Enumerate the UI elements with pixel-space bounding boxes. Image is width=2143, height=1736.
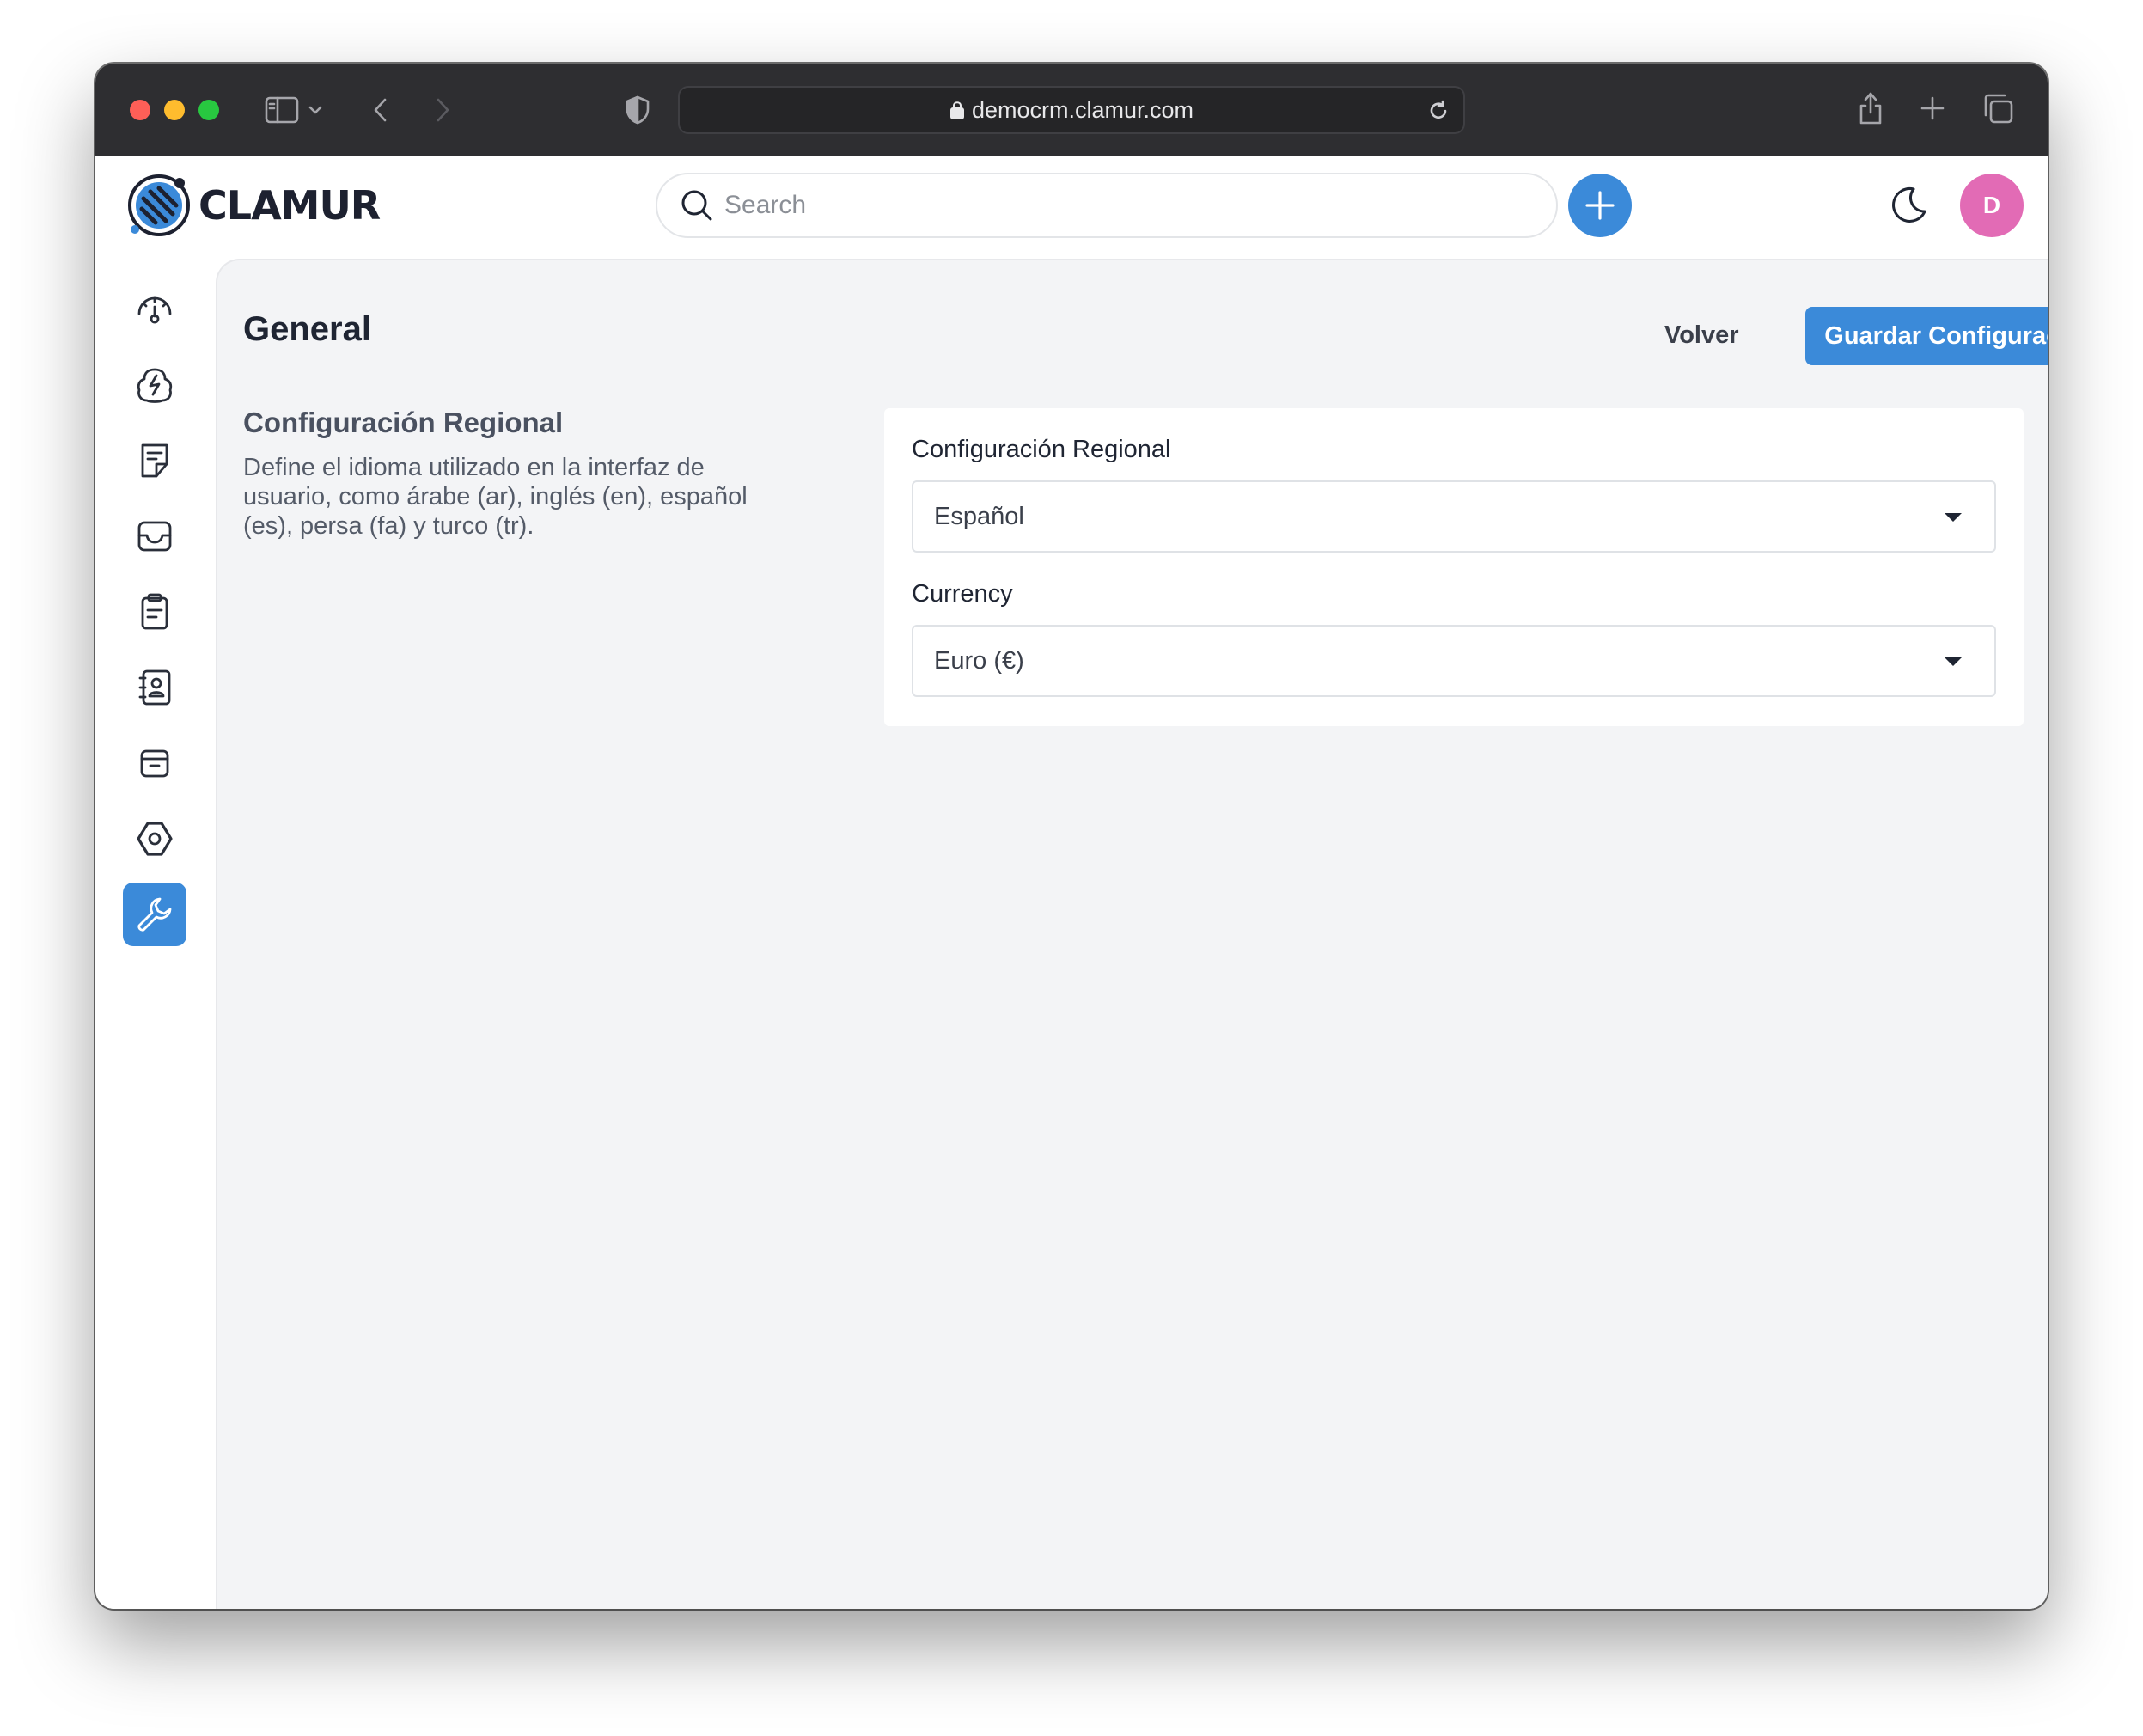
sidebar-item-tools[interactable]: [123, 883, 186, 946]
sidebar-item-settings[interactable]: [123, 807, 186, 871]
back-arrow-icon[interactable]: [369, 95, 393, 125]
caret-down-icon: [1945, 657, 1962, 666]
dashboard-gauge-icon: [137, 296, 172, 324]
save-settings-button[interactable]: Guardar Configuración: [1805, 307, 2048, 365]
settings-card: Configuración Regional Español Currency …: [884, 408, 2024, 726]
search-bar[interactable]: [656, 173, 1558, 238]
search-icon: [680, 188, 714, 227]
currency-select-value: Euro (€): [934, 647, 1024, 675]
sidebar-item-dashboard[interactable]: [123, 278, 186, 341]
address-bar[interactable]: democrm.clamur.com: [678, 86, 1465, 134]
wrench-icon: [137, 897, 172, 932]
close-window-button[interactable]: [130, 100, 150, 120]
lock-icon: [949, 101, 964, 119]
sidebar-item-archive[interactable]: [123, 731, 186, 795]
sidebar-item-activity[interactable]: [123, 353, 186, 417]
caret-down-icon: [1945, 513, 1962, 522]
search-input[interactable]: [724, 174, 1498, 236]
plus-icon: [1585, 191, 1615, 220]
clipboard-icon: [141, 593, 168, 630]
avatar[interactable]: D: [1960, 174, 2024, 237]
dark-mode-toggle[interactable]: [1888, 185, 1929, 230]
browser-toolbar: democrm.clamur.com: [95, 64, 2048, 156]
currency-label: Currency: [912, 580, 1013, 608]
contacts-book-icon: [138, 669, 171, 706]
hexagon-settings-icon: [137, 822, 173, 856]
url-text: democrm.clamur.com: [680, 88, 1463, 132]
moon-icon: [1892, 186, 1926, 223]
activity-bolt-icon: [137, 368, 173, 403]
chevron-down-icon[interactable]: [305, 98, 326, 122]
section-description: Define el idioma utilizado en la interfa…: [243, 454, 748, 540]
sidebar-nav: [95, 259, 216, 1609]
privacy-shield-icon[interactable]: [623, 93, 652, 127]
sidebar-item-contacts[interactable]: [123, 656, 186, 719]
archive-icon: [140, 749, 169, 778]
new-tab-icon[interactable]: [1917, 93, 1948, 124]
share-icon[interactable]: [1855, 88, 1886, 129]
add-new-button[interactable]: [1568, 174, 1632, 237]
locale-select-value: Español: [934, 503, 1024, 530]
back-button[interactable]: Volver: [1644, 307, 1760, 364]
note-icon: [141, 443, 168, 478]
currency-select[interactable]: Euro (€): [912, 625, 1996, 697]
logo-text: CLAMUR: [198, 182, 381, 229]
minimize-window-button[interactable]: [164, 100, 185, 120]
section-title: Configuración Regional: [243, 406, 564, 438]
locale-select[interactable]: Español: [912, 480, 1996, 553]
locale-label: Configuración Regional: [912, 436, 1171, 463]
app: CLAMUR D: [95, 156, 2048, 1609]
sidebar-item-tasks[interactable]: [123, 580, 186, 644]
sidebar-item-notes[interactable]: [123, 429, 186, 492]
forward-arrow-icon[interactable]: [430, 95, 455, 125]
maximize-window-button[interactable]: [198, 100, 219, 120]
sidebar-item-inbox[interactable]: [123, 504, 186, 568]
sidebar-toggle-icon[interactable]: [264, 93, 300, 127]
browser-window: democrm.clamur.com CLAMUR Search D Gener…: [95, 64, 2048, 1609]
clamur-logo-icon: [128, 174, 190, 236]
logo[interactable]: CLAMUR: [126, 173, 381, 238]
tab-overview-icon[interactable]: [1981, 91, 2015, 125]
main-content: General Volver Guardar Configuración Con…: [216, 259, 2048, 1609]
reload-icon[interactable]: [1426, 98, 1451, 124]
page-title: General: [243, 310, 371, 348]
inbox-icon: [137, 521, 172, 552]
